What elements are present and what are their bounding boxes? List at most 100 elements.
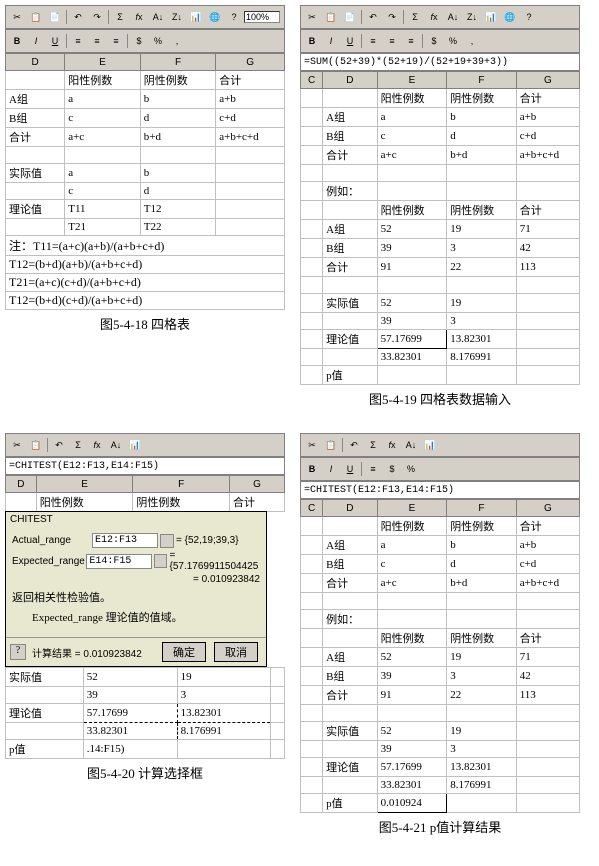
- cell[interactable]: 合计: [230, 493, 285, 512]
- cell[interactable]: [447, 277, 517, 294]
- cell[interactable]: 0.010924: [377, 794, 447, 813]
- cell[interactable]: 理论值: [6, 200, 65, 219]
- cell[interactable]: d: [140, 183, 216, 200]
- col-header[interactable]: E: [65, 54, 141, 71]
- cell[interactable]: [516, 366, 579, 385]
- cell[interactable]: 19: [447, 722, 517, 741]
- cell[interactable]: [301, 777, 323, 794]
- cell[interactable]: [301, 667, 323, 686]
- cell[interactable]: 合计: [516, 201, 579, 220]
- cell[interactable]: [447, 165, 517, 182]
- cell[interactable]: 理论值: [323, 758, 378, 777]
- cell[interactable]: B组: [6, 109, 65, 128]
- cell[interactable]: 阴性例数: [447, 629, 517, 648]
- cell[interactable]: [516, 794, 579, 813]
- cell[interactable]: [65, 147, 141, 164]
- spreadsheet-grid-tail[interactable]: 实际值5219393理论值57.1769913.8230133.823018.1…: [5, 667, 285, 759]
- spreadsheet-grid[interactable]: DEFG 阳性例数阴性例数合计A组aba+bB组cdc+d合计a+cb+da+b…: [5, 53, 285, 310]
- cell[interactable]: 合计: [516, 89, 579, 108]
- cell[interactable]: [516, 593, 579, 610]
- cell[interactable]: c: [65, 183, 141, 200]
- cell[interactable]: 理论值: [323, 330, 378, 349]
- cell[interactable]: 阴性例数: [447, 201, 517, 220]
- cell[interactable]: 8.176991: [447, 349, 517, 366]
- cell[interactable]: 13.82301: [177, 704, 271, 723]
- chart-icon[interactable]: 📊: [421, 436, 439, 454]
- cell[interactable]: 实际值: [323, 722, 378, 741]
- cell[interactable]: [301, 758, 323, 777]
- spreadsheet-grid[interactable]: DEFG 阳性例数阴性例数合计: [5, 475, 285, 512]
- cell[interactable]: [301, 629, 323, 648]
- cell[interactable]: 52: [377, 722, 447, 741]
- cell[interactable]: [301, 127, 323, 146]
- cell[interactable]: 阳性例数: [65, 71, 141, 90]
- cell[interactable]: 合计: [323, 574, 378, 593]
- paste-icon[interactable]: 📄: [46, 8, 64, 26]
- cell[interactable]: 57.17699: [377, 330, 447, 349]
- cell[interactable]: [447, 705, 517, 722]
- undo-icon[interactable]: ↶: [69, 8, 87, 26]
- cell[interactable]: 52: [377, 220, 447, 239]
- cell[interactable]: [323, 349, 378, 366]
- help-icon[interactable]: ?: [225, 8, 243, 26]
- cell[interactable]: [216, 183, 285, 200]
- cell[interactable]: [301, 794, 323, 813]
- cell[interactable]: [301, 705, 323, 722]
- percent-icon[interactable]: %: [149, 32, 167, 50]
- cell[interactable]: [301, 146, 323, 165]
- cell[interactable]: 阴性例数: [133, 493, 230, 512]
- cell[interactable]: [323, 89, 378, 108]
- cell[interactable]: 合计: [6, 128, 65, 147]
- cell[interactable]: 3: [447, 313, 517, 330]
- cell[interactable]: [377, 366, 447, 385]
- cell[interactable]: 阳性例数: [377, 201, 447, 220]
- cell[interactable]: [323, 201, 378, 220]
- currency-icon[interactable]: $: [130, 32, 148, 50]
- cell[interactable]: c+d: [516, 127, 579, 146]
- cell[interactable]: [301, 686, 323, 705]
- sort-desc-icon[interactable]: Z↓: [463, 8, 481, 26]
- cell[interactable]: A组: [323, 648, 378, 667]
- cell[interactable]: [301, 610, 323, 629]
- cell[interactable]: c: [377, 127, 447, 146]
- sort-asc-icon[interactable]: A↓: [402, 436, 420, 454]
- col-header[interactable]: G: [516, 500, 579, 517]
- help-icon[interactable]: ?: [10, 644, 26, 660]
- cell[interactable]: b: [447, 536, 517, 555]
- cell[interactable]: [301, 536, 323, 555]
- cell[interactable]: [377, 610, 447, 629]
- col-header[interactable]: G: [216, 54, 285, 71]
- cell[interactable]: [216, 164, 285, 183]
- expected-range-input[interactable]: [86, 554, 152, 569]
- cell[interactable]: d: [447, 555, 517, 574]
- col-header[interactable]: C: [301, 500, 323, 517]
- chart-icon[interactable]: 📊: [187, 8, 205, 26]
- copy-icon[interactable]: 📋: [27, 436, 45, 454]
- cell[interactable]: 理论值: [6, 704, 84, 723]
- cell[interactable]: 52: [377, 294, 447, 313]
- sum-icon[interactable]: Σ: [111, 8, 129, 26]
- cell[interactable]: [301, 258, 323, 277]
- fx-icon[interactable]: fx: [383, 436, 401, 454]
- cell[interactable]: [377, 182, 447, 201]
- cell[interactable]: 合计: [323, 146, 378, 165]
- fx-icon[interactable]: fx: [88, 436, 106, 454]
- col-header[interactable]: E: [377, 500, 447, 517]
- percent-icon[interactable]: %: [444, 32, 462, 50]
- align-left-icon[interactable]: ≡: [69, 32, 87, 50]
- cell[interactable]: a+b+c+d: [516, 574, 579, 593]
- cell[interactable]: 19: [447, 648, 517, 667]
- cell[interactable]: 33.82301: [377, 777, 447, 794]
- cell[interactable]: [216, 219, 285, 236]
- cell[interactable]: 合计: [323, 258, 378, 277]
- cell[interactable]: [323, 705, 378, 722]
- col-header[interactable]: F: [447, 72, 517, 89]
- col-header[interactable]: D: [6, 54, 65, 71]
- col-header[interactable]: F: [133, 476, 230, 493]
- cell[interactable]: [271, 687, 285, 704]
- cell[interactable]: 91: [377, 258, 447, 277]
- cell[interactable]: 3: [447, 239, 517, 258]
- sort-asc-icon[interactable]: A↓: [149, 8, 167, 26]
- cell[interactable]: .14:F15): [83, 740, 177, 759]
- cut-icon[interactable]: ✂: [8, 8, 26, 26]
